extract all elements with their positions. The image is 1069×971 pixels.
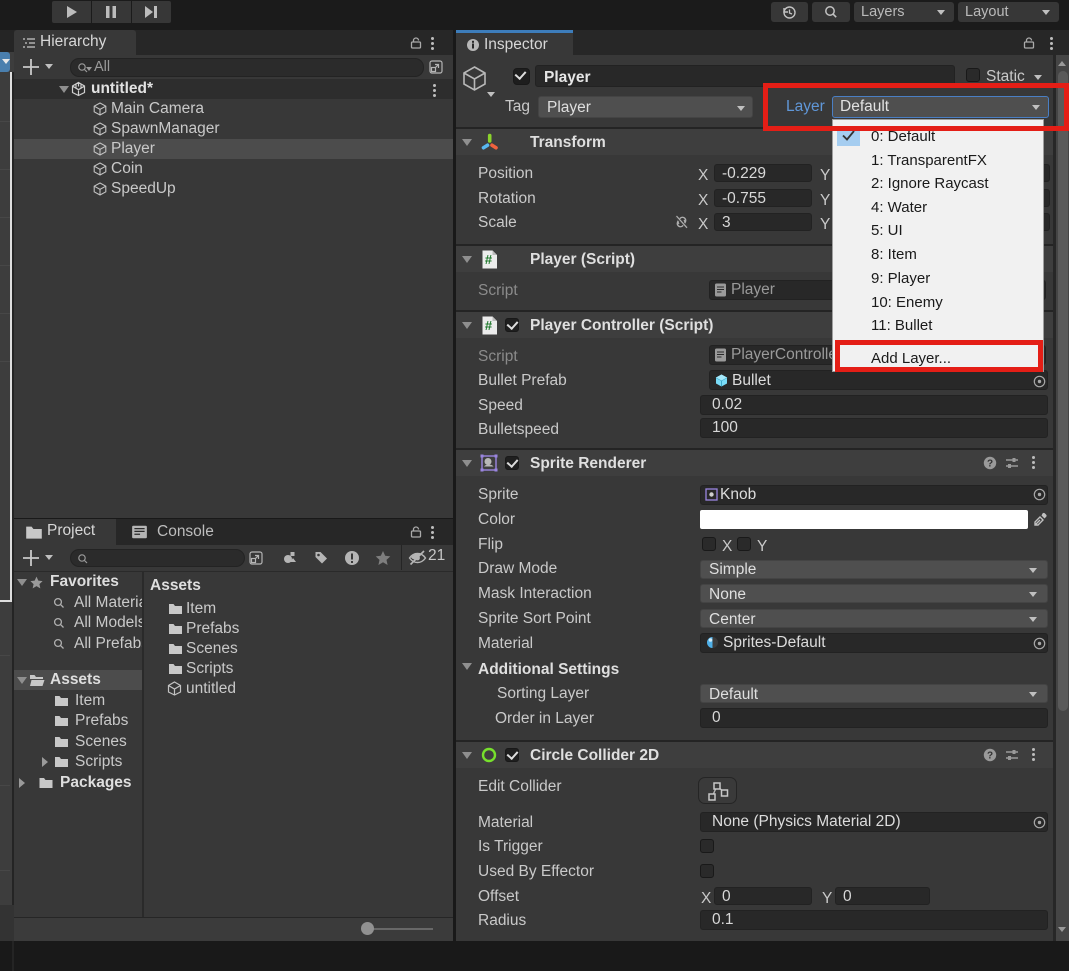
svg-text:#: # <box>485 318 493 333</box>
svg-text:?: ? <box>987 459 993 470</box>
svg-text:?: ? <box>987 751 993 762</box>
svg-text:#: # <box>485 252 493 267</box>
